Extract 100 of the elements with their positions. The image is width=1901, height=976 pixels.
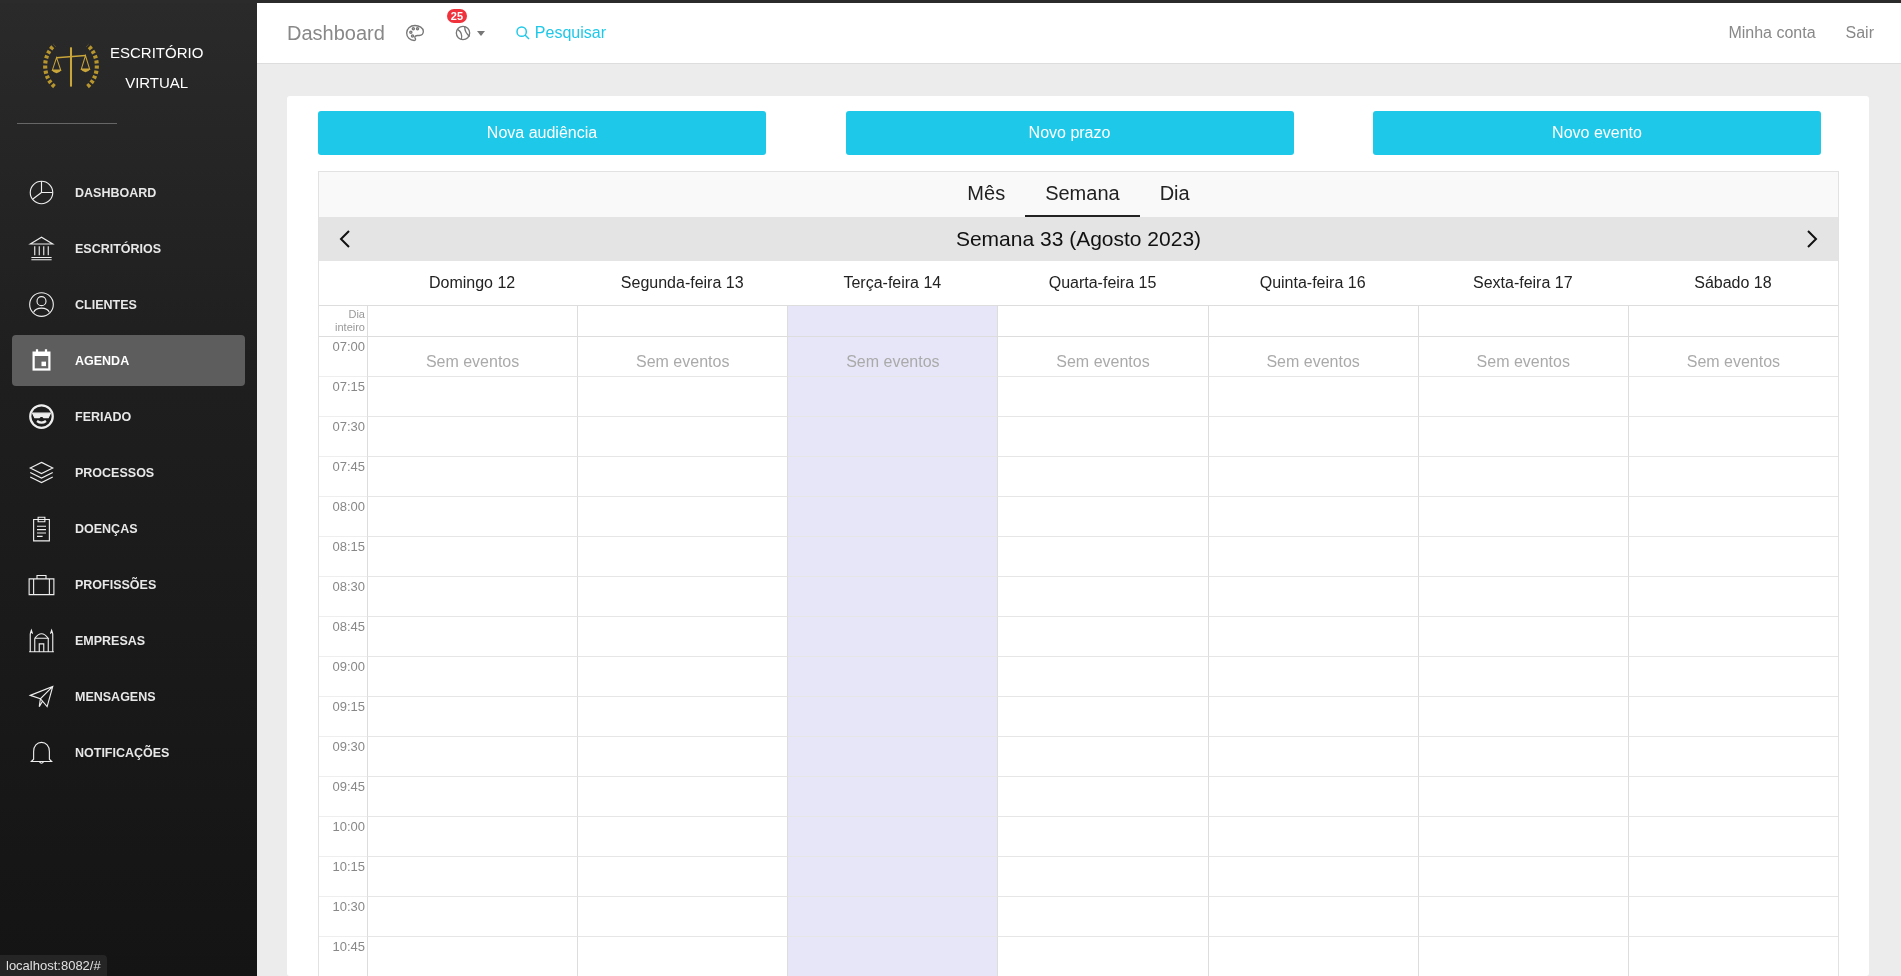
- time-slot[interactable]: [1627, 657, 1838, 697]
- time-slot[interactable]: [1627, 777, 1838, 817]
- time-slot[interactable]: [367, 857, 578, 897]
- time-slot[interactable]: [367, 497, 578, 537]
- time-slot[interactable]: [367, 817, 578, 857]
- time-slot[interactable]: [1207, 377, 1418, 417]
- chevron-left-icon[interactable]: [339, 229, 351, 249]
- time-slot[interactable]: [997, 417, 1208, 457]
- palette-icon[interactable]: [404, 23, 425, 43]
- time-slot[interactable]: [1417, 817, 1628, 857]
- time-slot[interactable]: [1207, 657, 1418, 697]
- time-slot[interactable]: [1417, 417, 1628, 457]
- time-slot[interactable]: [1417, 897, 1628, 937]
- time-slot[interactable]: [1627, 857, 1838, 897]
- time-slot[interactable]: [1627, 457, 1838, 497]
- time-slot[interactable]: [1207, 777, 1418, 817]
- time-slot[interactable]: [1207, 857, 1418, 897]
- time-slot[interactable]: [1207, 697, 1418, 737]
- time-slot[interactable]: [1627, 577, 1838, 617]
- time-slot[interactable]: [1417, 497, 1628, 537]
- time-slot[interactable]: [787, 817, 998, 857]
- time-slot[interactable]: [1627, 537, 1838, 577]
- account-link[interactable]: Minha conta: [1728, 24, 1816, 42]
- time-slot[interactable]: [367, 457, 578, 497]
- time-slot[interactable]: [997, 497, 1208, 537]
- time-slot[interactable]: [787, 697, 998, 737]
- time-slot[interactable]: [1417, 657, 1628, 697]
- time-slot[interactable]: [1417, 457, 1628, 497]
- time-slot[interactable]: [1417, 697, 1628, 737]
- time-slot[interactable]: [997, 737, 1208, 777]
- time-slot[interactable]: [1627, 497, 1838, 537]
- time-slot[interactable]: [1627, 617, 1838, 657]
- time-slot[interactable]: [787, 417, 998, 457]
- time-slot[interactable]: [1627, 377, 1838, 417]
- time-slot[interactable]: [787, 657, 998, 697]
- time-slot[interactable]: [997, 657, 1208, 697]
- time-slot[interactable]: [1417, 737, 1628, 777]
- time-slot[interactable]: [787, 577, 998, 617]
- chevron-right-icon[interactable]: [1806, 229, 1818, 249]
- view-tab[interactable]: Mês: [947, 172, 1026, 217]
- time-slot[interactable]: [1417, 777, 1628, 817]
- time-slot[interactable]: [787, 937, 998, 976]
- time-slot[interactable]: [787, 737, 998, 777]
- time-slot[interactable]: [1417, 377, 1628, 417]
- time-slot[interactable]: [787, 377, 998, 417]
- all-day-cell[interactable]: [787, 306, 998, 336]
- time-slot[interactable]: [787, 537, 998, 577]
- account-link[interactable]: Sair: [1845, 24, 1874, 42]
- time-slot[interactable]: [997, 817, 1208, 857]
- sidebar-item[interactable]: EMPRESAS: [12, 615, 245, 666]
- time-slot[interactable]: [997, 617, 1208, 657]
- time-slot[interactable]: [787, 777, 998, 817]
- time-slot[interactable]: [997, 577, 1208, 617]
- time-slot[interactable]: [367, 577, 578, 617]
- time-slot[interactable]: [787, 897, 998, 937]
- time-slot[interactable]: [1207, 817, 1418, 857]
- time-slot[interactable]: [367, 697, 578, 737]
- time-slot[interactable]: [1207, 617, 1418, 657]
- sidebar-item[interactable]: FERIADO: [12, 391, 245, 442]
- time-slot[interactable]: [1207, 737, 1418, 777]
- time-slot[interactable]: [1207, 497, 1418, 537]
- sidebar-item[interactable]: AGENDA: [12, 335, 245, 386]
- time-slot[interactable]: [367, 897, 578, 937]
- time-slot[interactable]: [1627, 897, 1838, 937]
- time-slot[interactable]: [367, 737, 578, 777]
- sidebar-item[interactable]: DASHBOARD: [12, 167, 245, 218]
- view-tab[interactable]: Dia: [1139, 172, 1210, 217]
- time-slot[interactable]: [367, 617, 578, 657]
- sidebar-item[interactable]: PROCESSOS: [12, 447, 245, 498]
- time-slot[interactable]: [1417, 617, 1628, 657]
- time-slot[interactable]: [1627, 417, 1838, 457]
- time-slot[interactable]: [367, 537, 578, 577]
- time-slot[interactable]: [1207, 897, 1418, 937]
- time-slot[interactable]: [997, 897, 1208, 937]
- time-slot[interactable]: [997, 857, 1208, 897]
- time-slot[interactable]: [1627, 817, 1838, 857]
- sidebar-item[interactable]: NOTIFICAÇÕES: [12, 727, 245, 778]
- time-slot[interactable]: [1207, 457, 1418, 497]
- sidebar-item[interactable]: ESCRITÓRIOS: [12, 223, 245, 274]
- notifications-menu[interactable]: 25: [446, 9, 485, 43]
- time-slot[interactable]: [1207, 417, 1418, 457]
- time-slot[interactable]: [367, 377, 578, 417]
- time-slot[interactable]: [1627, 737, 1838, 777]
- time-slot[interactable]: [787, 457, 998, 497]
- time-slot[interactable]: [1207, 537, 1418, 577]
- time-slot[interactable]: [787, 497, 998, 537]
- time-slot[interactable]: [997, 777, 1208, 817]
- sidebar-item[interactable]: MENSAGENS: [12, 671, 245, 722]
- time-slot[interactable]: [367, 777, 578, 817]
- time-slot[interactable]: [367, 657, 578, 697]
- sidebar-item[interactable]: PROFISSÕES: [12, 559, 245, 610]
- time-slot[interactable]: [997, 697, 1208, 737]
- time-slot[interactable]: [997, 377, 1208, 417]
- time-slot[interactable]: [1417, 857, 1628, 897]
- time-slot[interactable]: [1627, 697, 1838, 737]
- time-slot[interactable]: [997, 457, 1208, 497]
- time-slot[interactable]: [1417, 537, 1628, 577]
- sidebar-item[interactable]: CLIENTES: [12, 279, 245, 330]
- time-slot[interactable]: [367, 417, 578, 457]
- sidebar-item[interactable]: DOENÇAS: [12, 503, 245, 554]
